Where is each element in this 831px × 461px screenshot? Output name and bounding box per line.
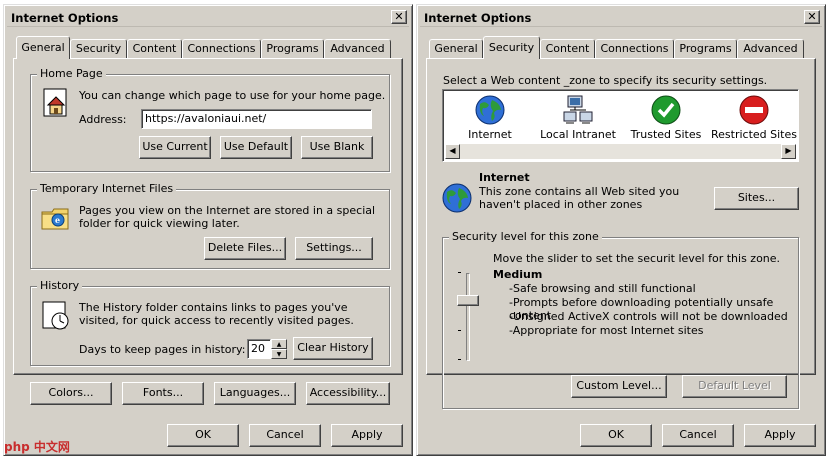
security-level-group: Security level for this zone Move the sl… [442,230,799,409]
days-to-keep-label: Days to keep pages in history: [79,343,246,356]
use-default-button[interactable]: Use Default [220,136,292,159]
tab-security[interactable]: Security [483,36,540,59]
close-button[interactable]: ✕ [804,10,820,24]
home-page-description: You can change which page to use for you… [79,89,386,102]
network-icon [563,95,593,124]
security-level-label: Security level for this zone [449,230,602,243]
tab-programs[interactable]: Programs [674,39,737,58]
window-title: Internet Options [11,11,119,25]
security-detail-1: -Safe browsing and still functional [509,282,696,295]
days-spinner[interactable]: ▲ ▼ [271,339,287,359]
scroll-left-icon[interactable]: ◀ [445,144,460,159]
restricted-icon [739,95,769,125]
home-page-group: Home Page You can change which page to u… [30,67,390,172]
internet-options-security-dialog: Internet Options ✕ General Security Cont… [416,4,826,456]
security-detail-4: -Appropriate for most Internet sites [509,324,704,337]
apply-button[interactable]: Apply [744,424,816,447]
scroll-right-icon[interactable]: ▶ [781,144,796,159]
tab-security[interactable]: Security [70,39,127,58]
history-description: The History folder contains links to pag… [79,301,354,327]
window-title: Internet Options [424,11,532,25]
home-page-icon [43,88,67,117]
zone-trusted-sites[interactable]: Trusted Sites [623,94,709,141]
check-icon [651,95,681,125]
internet-options-general-dialog: Internet Options ✕ General Security Cont… [3,4,413,456]
zone-internet[interactable]: Internet [447,94,533,141]
slider-tick [458,272,461,273]
title-bar: Internet Options ✕ [420,8,822,27]
zone-list: Internet Local Intranet Trusted Sites Re… [442,89,799,162]
zone-label: Trusted Sites [630,128,702,141]
cancel-button[interactable]: Cancel [662,424,734,447]
colors-button[interactable]: Colors... [30,382,112,405]
tab-programs[interactable]: Programs [261,39,324,58]
apply-button[interactable]: Apply [331,424,403,447]
tab-advanced[interactable]: Advanced [324,39,391,58]
default-level-button: Default Level [682,375,787,398]
security-slider-thumb[interactable] [457,295,479,306]
security-detail-3: -Unsigned ActiveX controls will not be d… [509,310,788,323]
watermark: php 中文网 [4,440,70,454]
title-bar: Internet Options ✕ [7,8,409,27]
close-button[interactable]: ✕ [391,10,407,24]
slider-instruction: Move the slider to set the securit level… [493,252,781,265]
accessibility-button[interactable]: Accessibility... [306,382,390,405]
use-blank-button[interactable]: Use Blank [301,136,373,159]
tab-connections[interactable]: Connections [595,39,674,58]
tab-general[interactable]: General [16,36,70,59]
history-group: History The History folder contains link… [30,279,390,366]
globe-icon [475,95,505,125]
history-icon [42,301,69,330]
address-label: Address: [79,113,127,126]
zone-label: Local Intranet [540,128,616,141]
zone-local-intranet[interactable]: Local Intranet [535,94,621,141]
selected-zone-globe-icon [442,183,472,213]
tab-advanced[interactable]: Advanced [737,39,804,58]
tab-content[interactable]: Content [127,39,182,58]
selected-zone-name: Internet [479,171,530,184]
languages-button[interactable]: Languages... [214,382,296,405]
home-page-group-label: Home Page [37,67,106,80]
ok-button[interactable]: OK [580,424,652,447]
zone-label: Internet [468,128,512,141]
tab-general[interactable]: General [429,39,483,58]
svg-text:e: e [55,215,60,225]
custom-level-button[interactable]: Custom Level... [571,375,667,398]
fonts-button[interactable]: Fonts... [122,382,204,405]
spin-down-icon[interactable]: ▼ [271,349,287,359]
security-slider-track[interactable] [466,273,470,361]
use-current-button[interactable]: Use Current [139,136,211,159]
cancel-button[interactable]: Cancel [249,424,321,447]
address-input[interactable]: https://avaloniaui.net/ [141,109,372,129]
security-level-name: Medium [493,268,543,281]
ok-button[interactable]: OK [167,424,239,447]
delete-files-button[interactable]: Delete Files... [204,237,286,260]
tab-panel: Home Page You can change which page to u… [13,58,403,405]
days-to-keep-input[interactable]: 20 [247,339,271,359]
slider-tick [458,330,461,331]
zone-instruction: Select a Web content _zone to specify it… [443,74,768,87]
temp-files-group: Temporary Internet Files e Pages you vie… [30,182,390,269]
settings-button[interactable]: Settings... [295,237,373,260]
tab-content[interactable]: Content [540,39,595,58]
temp-files-description: Pages you view on the Internet are store… [79,204,376,230]
spin-up-icon[interactable]: ▲ [271,339,287,349]
temp-files-group-label: Temporary Internet Files [37,182,177,195]
temp-files-folder-icon: e [41,208,69,230]
history-group-label: History [37,279,83,292]
tab-connections[interactable]: Connections [182,39,261,58]
selected-zone-description: This zone contains all Web sited you hav… [479,185,680,211]
zone-restricted-sites[interactable]: Restricted Sites [711,94,797,141]
sites-button[interactable]: Sites... [714,187,799,210]
zone-label: Restricted Sites [711,128,797,141]
zone-list-scrollbar[interactable]: ◀ ▶ [445,144,796,159]
clear-history-button[interactable]: Clear History [293,337,373,360]
slider-tick [458,359,461,360]
